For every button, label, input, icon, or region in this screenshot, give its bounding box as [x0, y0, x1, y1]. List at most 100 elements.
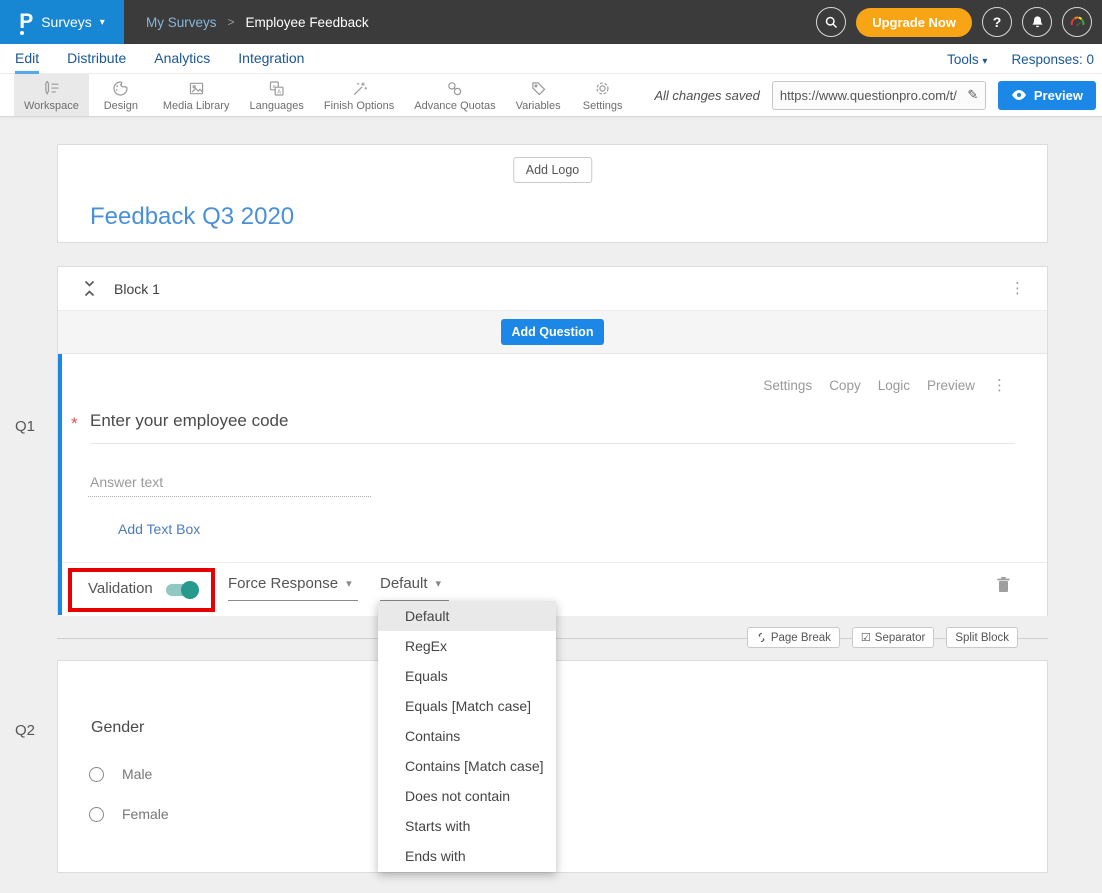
survey-header-card: Add Logo Feedback Q3 2020 — [57, 144, 1048, 243]
nav-tabs: Edit Distribute Analytics Integration — [15, 44, 304, 74]
survey-editor-app: P Surveys ▾ My Surveys > Employee Feedba… — [0, 0, 1102, 893]
page-break-button[interactable]: Page Break — [747, 627, 840, 648]
validation-type-dropdown[interactable]: Default ▾ — [380, 575, 449, 601]
radio-button-icon[interactable] — [89, 807, 104, 822]
question-actions: Settings Copy Logic Preview ⋮ — [763, 378, 1007, 393]
option-female[interactable]: Female — [89, 806, 169, 822]
tab-integration[interactable]: Integration — [238, 44, 304, 74]
product-switcher[interactable]: P Surveys ▾ — [0, 0, 124, 44]
usage-meter-button[interactable] — [1062, 7, 1092, 37]
question-preview-link[interactable]: Preview — [927, 378, 975, 393]
menu-option-does-not-contain[interactable]: Does not contain — [378, 781, 556, 811]
force-response-dropdown[interactable]: Force Response ▾ — [228, 575, 358, 601]
validation-toggle[interactable] — [166, 584, 196, 596]
editor-toolbar: Workspace Design Media Library xA Langua… — [0, 74, 1102, 117]
menu-option-contains-match-case[interactable]: Contains [Match case] — [378, 751, 556, 781]
edit-url-pencil-icon[interactable]: ✎ — [961, 87, 985, 103]
magic-wand-icon — [350, 79, 369, 98]
delete-question-button[interactable] — [996, 576, 1011, 593]
collapse-icon — [83, 279, 96, 298]
question-copy-link[interactable]: Copy — [829, 378, 861, 393]
block-header: Block 1 ⋮ — [58, 267, 1047, 311]
add-question-strip: Add Question — [58, 311, 1047, 354]
split-block-button[interactable]: Split Block — [946, 627, 1018, 648]
menu-option-regex[interactable]: RegEx — [378, 631, 556, 661]
menu-option-contains[interactable]: Contains — [378, 721, 556, 751]
autosave-status: All changes saved — [654, 88, 760, 103]
menu-option-starts-with[interactable]: Starts with — [378, 811, 556, 841]
toolbar-design[interactable]: Design — [89, 74, 153, 116]
nav-right: Tools ▾ Responses: 0 — [947, 44, 1094, 74]
breadcrumb: My Surveys > Employee Feedback — [146, 15, 369, 30]
gear-icon — [593, 79, 612, 98]
chevron-down-icon: ▾ — [346, 577, 352, 590]
question-1-text[interactable]: Enter your employee code — [90, 411, 288, 431]
menu-option-equals[interactable]: Equals — [378, 661, 556, 691]
add-text-box-link[interactable]: Add Text Box — [118, 521, 200, 537]
preview-button[interactable]: Preview — [998, 81, 1096, 110]
palette-icon — [111, 79, 130, 98]
questionpro-logo-icon: P — [19, 12, 33, 32]
question-logic-link[interactable]: Logic — [878, 378, 910, 393]
separator-button[interactable]: ☑ Separator — [852, 627, 934, 648]
radio-button-icon[interactable] — [89, 767, 104, 782]
tab-distribute[interactable]: Distribute — [67, 44, 126, 74]
tools-menu[interactable]: Tools ▾ — [947, 52, 987, 67]
tab-edit[interactable]: Edit — [15, 44, 39, 74]
toolbar-finish-options[interactable]: Finish Options — [314, 74, 404, 116]
menu-option-equals-match-case[interactable]: Equals [Match case] — [378, 691, 556, 721]
toolbar-advance-quotas[interactable]: Advance Quotas — [404, 74, 505, 116]
help-button[interactable]: ? — [982, 7, 1012, 37]
toolbar-languages[interactable]: xA Languages — [239, 74, 313, 116]
breadcrumb-current-survey: Employee Feedback — [246, 15, 369, 30]
question-2-text[interactable]: Gender — [91, 719, 144, 737]
chevron-down-icon: ▾ — [100, 17, 105, 28]
chevron-down-icon: ▾ — [982, 56, 987, 67]
toggle-knob — [181, 581, 199, 599]
add-logo-button[interactable]: Add Logo — [513, 157, 593, 183]
image-icon — [187, 79, 206, 98]
eye-icon — [1011, 89, 1027, 101]
menu-option-ends-with[interactable]: Ends with — [378, 841, 556, 871]
search-button[interactable] — [816, 7, 846, 37]
block-card: Block 1 ⋮ Add Question Settings Copy Log… — [57, 266, 1048, 616]
page-break-icon — [756, 632, 767, 643]
add-question-button[interactable]: Add Question — [501, 319, 605, 345]
question-1-editor: Settings Copy Logic Preview ⋮ * Enter yo… — [58, 354, 1047, 615]
collapse-block-button[interactable] — [83, 279, 96, 298]
topbar-actions: Upgrade Now ? — [816, 7, 1092, 37]
question-menu-kebab-icon[interactable]: ⋮ — [992, 378, 1007, 393]
survey-url-box: ✎ — [772, 81, 986, 110]
survey-title[interactable]: Feedback Q3 2020 — [90, 203, 294, 231]
option-male[interactable]: Male — [89, 766, 152, 782]
tag-icon — [529, 79, 548, 98]
answer-input-line — [88, 496, 371, 497]
toolbar-settings[interactable]: Settings — [571, 74, 635, 116]
survey-nav: Edit Distribute Analytics Integration To… — [0, 44, 1102, 74]
toolbar-right: All changes saved ✎ Preview — [654, 74, 1096, 116]
toolbar-workspace[interactable]: Workspace — [14, 74, 89, 116]
question-settings-link[interactable]: Settings — [763, 378, 812, 393]
upgrade-now-button[interactable]: Upgrade Now — [856, 8, 972, 37]
menu-option-default[interactable]: Default — [378, 601, 556, 631]
validation-label: Validation — [88, 580, 153, 597]
search-icon — [824, 15, 839, 30]
validation-divider — [62, 562, 1047, 563]
product-name: Surveys — [41, 14, 92, 30]
breadcrumb-my-surveys[interactable]: My Surveys — [146, 15, 217, 30]
answer-text-placeholder[interactable]: Answer text — [90, 474, 163, 490]
notifications-button[interactable] — [1022, 7, 1052, 37]
svg-text:A: A — [277, 90, 281, 96]
bell-icon — [1030, 15, 1045, 30]
translate-icon: xA — [267, 79, 286, 98]
toolbar-variables[interactable]: Variables — [506, 74, 571, 116]
insert-buttons: Page Break ☑ Separator Split Block — [747, 627, 1018, 648]
tab-analytics[interactable]: Analytics — [154, 44, 210, 74]
toolbar-media-library[interactable]: Media Library — [153, 74, 240, 116]
chevron-down-icon: ▾ — [436, 577, 442, 590]
survey-url-input[interactable] — [773, 88, 961, 103]
block-title[interactable]: Block 1 — [114, 281, 160, 297]
block-menu-kebab-icon[interactable]: ⋮ — [1010, 281, 1025, 296]
question-text-underline — [90, 443, 1015, 444]
responses-count[interactable]: Responses: 0 — [1011, 52, 1094, 67]
